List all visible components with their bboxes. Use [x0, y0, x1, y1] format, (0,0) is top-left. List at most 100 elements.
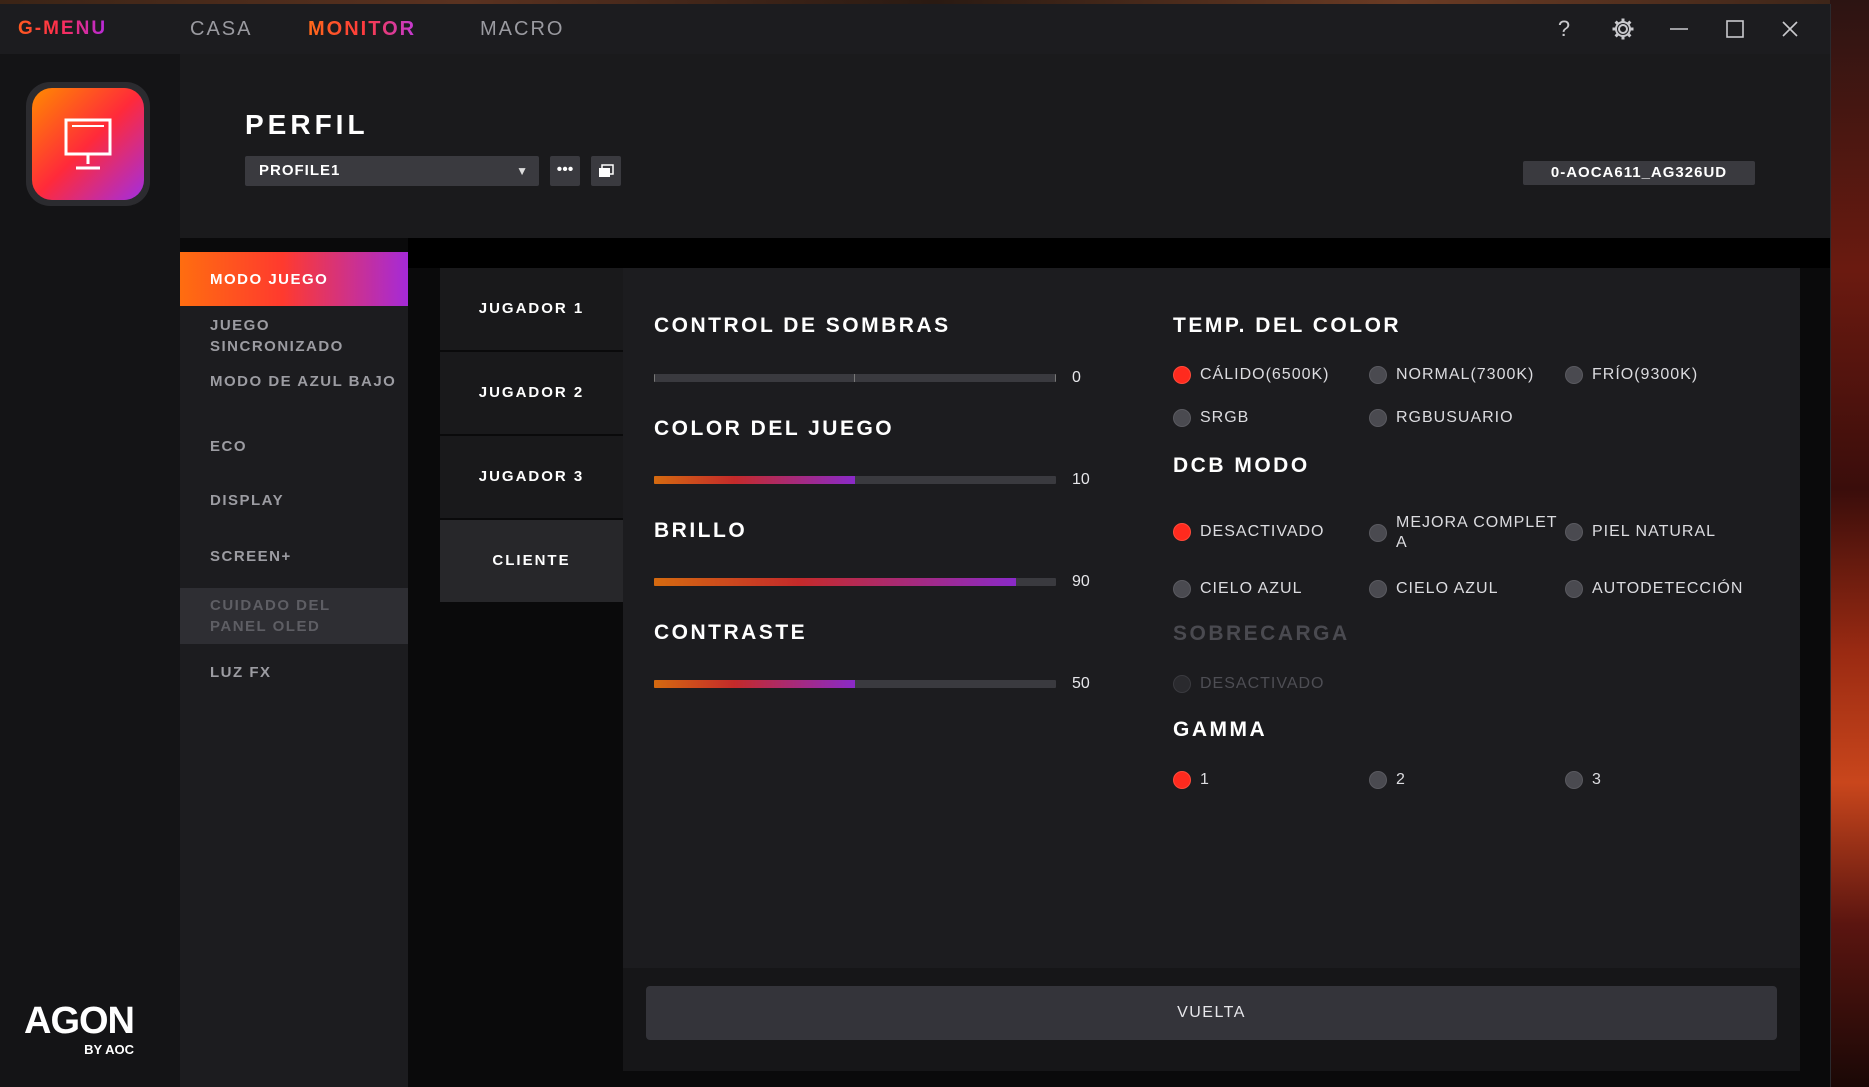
radio-dot: [1369, 771, 1387, 789]
monitor-model-badge: 0-AOCA611_AG326UD: [1523, 161, 1755, 185]
radio-label: PIEL NATURAL: [1592, 523, 1717, 540]
radio-dot: [1173, 580, 1191, 598]
profile-dropdown[interactable]: PROFILE1 ▼: [245, 156, 539, 186]
page-title: PERFIL: [245, 109, 369, 140]
game-color-title: COLOR DEL JUEGO: [654, 417, 895, 440]
radio-label-line: MEJORA COMPLET: [1396, 514, 1558, 531]
brightness-slider[interactable]: [654, 578, 1056, 586]
gamma-title: GAMMA: [1173, 718, 1268, 741]
radio-autodeteccion[interactable]: AUTODETECCIÓN: [1565, 578, 1743, 600]
desktop-wallpaper: [1830, 0, 1869, 1087]
radio-label: NORMAL(7300K): [1396, 366, 1535, 383]
left-rail: AGON BY AOC: [0, 54, 180, 1087]
profile-header: PERFIL PROFILE1 ▼ ••• 0-AOCA611_AG326UD: [180, 54, 1830, 238]
radio-dot: [1369, 366, 1387, 384]
close-button[interactable]: [1775, 14, 1805, 44]
tab-jugador-2[interactable]: JUGADOR 2: [440, 352, 623, 436]
shadow-control-slider[interactable]: [654, 374, 1056, 382]
radio-label: RGBUSUARIO: [1396, 409, 1514, 426]
radio-dot: [1565, 523, 1583, 541]
tab-jugador-1[interactable]: JUGADOR 1: [440, 268, 623, 352]
radio-dot: [1173, 409, 1191, 427]
radio-label: 2: [1396, 771, 1406, 788]
radio-label: DESACTIVADO: [1200, 675, 1325, 692]
radio-overdrive-desactivado: DESACTIVADO: [1173, 673, 1325, 695]
aoc-logo-text: BY AOC: [84, 1042, 134, 1057]
game-color-slider[interactable]: [654, 476, 1056, 484]
radio-label: DESACTIVADO: [1200, 523, 1325, 540]
app-window: G-MENU CASA MONITOR MACRO ? AGON BY AOC …: [0, 4, 1831, 1087]
app-brand: G-MENU: [18, 18, 108, 39]
radio-label: CÁLIDO(6500K): [1200, 366, 1330, 383]
radio-dot: [1565, 580, 1583, 598]
nav-macro[interactable]: MACRO: [480, 18, 564, 41]
color-temp-title: TEMP. DEL COLOR: [1173, 314, 1402, 337]
profile-dropdown-value: PROFILE1: [259, 162, 341, 179]
radio-mejora-completa[interactable]: MEJORA COMPLET A: [1369, 512, 1558, 554]
slider-fill: [654, 680, 855, 688]
radio-label: 1: [1200, 771, 1210, 788]
tab-jugador-3[interactable]: JUGADOR 3: [440, 436, 623, 520]
monitor-app-icon[interactable]: [26, 82, 150, 206]
profile-more-button[interactable]: •••: [550, 156, 580, 186]
title-bar: G-MENU CASA MONITOR MACRO ?: [0, 4, 1830, 54]
menu-item-eco[interactable]: ECO: [180, 436, 408, 457]
menu-item-luz-fx[interactable]: LUZ FX: [180, 662, 408, 683]
radio-dot: [1369, 580, 1387, 598]
separator-strip: [408, 238, 1830, 268]
radio-dot: [1173, 675, 1191, 693]
nav-casa[interactable]: CASA: [190, 18, 252, 41]
radio-dcb-desactivado[interactable]: DESACTIVADO: [1173, 521, 1325, 543]
contrast-title: CONTRASTE: [654, 621, 808, 644]
radio-label: SRGB: [1200, 409, 1250, 426]
radio-gamma-2[interactable]: 2: [1369, 769, 1406, 791]
profile-save-button[interactable]: [591, 156, 621, 186]
settings-button[interactable]: [1608, 14, 1638, 44]
radio-label: 3: [1592, 771, 1602, 788]
menu-item-modo-juego[interactable]: MODO JUEGO: [180, 252, 408, 306]
menu-item-display[interactable]: DISPLAY: [180, 490, 408, 511]
radio-label: MEJORA COMPLET A: [1396, 513, 1558, 553]
slider-fill: [654, 578, 1016, 586]
radio-dot: [1173, 523, 1191, 541]
radio-gamma-1[interactable]: 1: [1173, 769, 1210, 791]
radio-cielo-azul-1[interactable]: CIELO AZUL: [1173, 578, 1302, 600]
agon-logo: AGON BY AOC: [24, 1000, 135, 1057]
contrast-value: 50: [1072, 675, 1090, 692]
minimize-button[interactable]: [1664, 14, 1694, 44]
dcb-mode-title: DCB MODO: [1173, 454, 1310, 477]
game-color-value: 10: [1072, 471, 1090, 488]
radio-srgb[interactable]: SRGB: [1173, 407, 1249, 429]
ellipsis-icon: •••: [556, 161, 574, 178]
brightness-value: 90: [1072, 573, 1090, 590]
settings-menu: MODO JUEGO JUEGO SINCRONIZADO MODO DE AZ…: [180, 252, 408, 1087]
agon-logo-text: AGON: [24, 1000, 135, 1042]
radio-label: FRÍO(9300K): [1592, 366, 1699, 383]
radio-label: CIELO AZUL: [1396, 580, 1499, 597]
radio-normal[interactable]: NORMAL(7300K): [1369, 364, 1534, 386]
radio-rgbusuario[interactable]: RGBUSUARIO: [1369, 407, 1514, 429]
shadow-control-value: 0: [1072, 369, 1081, 386]
radio-dot: [1369, 524, 1387, 542]
brightness-title: BRILLO: [654, 519, 748, 542]
tab-cliente[interactable]: CLIENTE: [440, 520, 623, 604]
slider-fill: [654, 476, 855, 484]
radio-label-line: A: [1396, 534, 1408, 551]
back-button[interactable]: VUELTA: [646, 986, 1777, 1040]
monitor-icon: [64, 118, 112, 170]
menu-item-juego-sincronizado[interactable]: JUEGO SINCRONIZADO: [180, 315, 408, 357]
nav-monitor[interactable]: MONITOR: [308, 18, 416, 41]
maximize-button[interactable]: [1720, 14, 1750, 44]
menu-item-cuidado-panel-oled: CUIDADO DEL PANEL OLED: [180, 588, 408, 644]
help-button[interactable]: ?: [1549, 14, 1579, 44]
radio-gamma-3[interactable]: 3: [1565, 769, 1602, 791]
radio-frio[interactable]: FRÍO(9300K): [1565, 364, 1698, 386]
radio-dot: [1369, 409, 1387, 427]
contrast-slider[interactable]: [654, 680, 1056, 688]
radio-calido[interactable]: CÁLIDO(6500K): [1173, 364, 1330, 386]
chevron-down-icon: ▼: [516, 164, 529, 178]
radio-cielo-azul-2[interactable]: CIELO AZUL: [1369, 578, 1498, 600]
menu-item-screen-plus[interactable]: SCREEN+: [180, 546, 408, 567]
radio-piel-natural[interactable]: PIEL NATURAL: [1565, 521, 1716, 543]
menu-item-modo-azul-bajo[interactable]: MODO DE AZUL BAJO: [180, 371, 408, 392]
